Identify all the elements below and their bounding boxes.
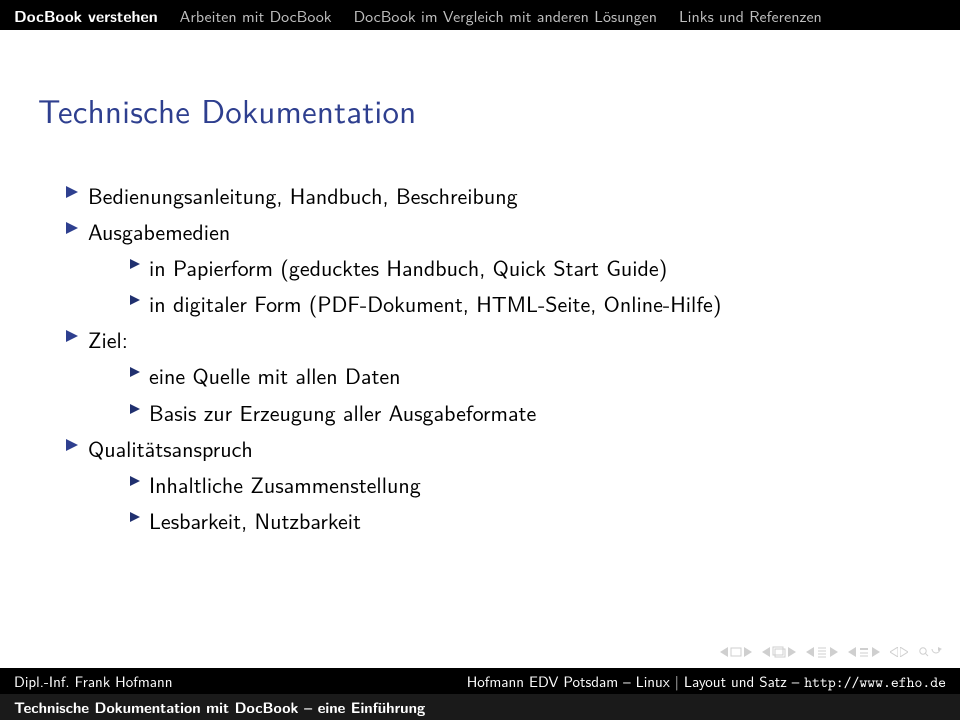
list-item: Bedienungsanleitung, Handbuch, Beschreib… (66, 178, 922, 212)
beamer-nav-symbols (720, 646, 942, 658)
list-item: Lesbarkeit, Nutzbarkeit (130, 503, 922, 537)
nav-item-vergleich[interactable]: DocBook im Vergleich mit anderen Lösunge… (354, 4, 657, 27)
list-item: in Papierform (geducktes Handbuch, Quick… (130, 250, 922, 284)
list-item: Inhaltliche Zusammenstellung (130, 467, 922, 501)
footer-bottom: Technische Dokumentation mit DocBook – e… (0, 694, 960, 720)
list-item: Basis zur Erzeugung aller Ausgabeformate (130, 395, 922, 429)
slide-body: Technische Dokumentation Bedienungsanlei… (0, 30, 960, 537)
list-item: Qualitätsanspruch (66, 431, 922, 465)
bullet-text: in Papierform (geducktes Handbuch, Quick… (149, 250, 667, 284)
triangle-icon (130, 476, 140, 486)
bullet-text: Ziel: (88, 322, 128, 356)
nav-item-links[interactable]: Links und Referenzen (679, 4, 822, 27)
nav-search-circulate[interactable] (918, 646, 942, 658)
bullet-text: eine Quelle mit allen Daten (149, 358, 401, 392)
bullet-text: Basis zur Erzeugung aller Ausgabeformate (149, 395, 536, 429)
footer-top: Dipl.-Inf. Frank Hofmann Hofmann EDV Pot… (0, 668, 960, 694)
triangle-icon (66, 439, 78, 451)
nav-frame-prev-next[interactable] (762, 646, 796, 658)
nav-back-forward[interactable] (890, 647, 908, 657)
top-nav: DocBook verstehen Arbeiten mit DocBook D… (0, 0, 960, 30)
footer: Dipl.-Inf. Frank Hofmann Hofmann EDV Pot… (0, 668, 960, 720)
triangle-icon (130, 259, 140, 269)
nav-slide-prev-next[interactable] (720, 647, 752, 657)
bullet-text: Ausgabemedien (88, 214, 230, 248)
bullet-text: Qualitätsanspruch (88, 431, 253, 465)
bullet-text: in digitaler Form (PDF-Dokument, HTML-Se… (149, 286, 721, 320)
footer-subtitle: Technische Dokumentation mit DocBook – e… (14, 697, 425, 718)
slide: DocBook verstehen Arbeiten mit DocBook D… (0, 0, 960, 720)
triangle-icon (130, 367, 140, 377)
bullet-text: Bedienungsanleitung, Handbuch, Beschreib… (88, 178, 518, 212)
bullet-text: Inhaltliche Zusammenstellung (149, 467, 421, 501)
triangle-icon (130, 295, 140, 305)
triangle-icon (66, 186, 78, 198)
bullet-text: Lesbarkeit, Nutzbarkeit (149, 503, 361, 537)
list-item: Ziel: (66, 322, 922, 356)
nav-item-docbook-verstehen[interactable]: DocBook verstehen (14, 4, 158, 27)
triangle-icon (66, 330, 78, 342)
triangle-icon (130, 404, 140, 414)
footer-url[interactable]: http://www.efho.de (804, 672, 946, 692)
list-item: eine Quelle mit allen Daten (130, 358, 922, 392)
nav-subsection-prev-next[interactable] (806, 646, 838, 658)
slide-title: Technische Dokumentation (38, 86, 922, 134)
triangle-icon (66, 222, 78, 234)
list-item: in digitaler Form (PDF-Dokument, HTML-Se… (130, 286, 922, 320)
nav-item-arbeiten[interactable]: Arbeiten mit DocBook (180, 4, 332, 27)
nav-section-prev-next[interactable] (848, 646, 880, 658)
triangle-icon (130, 512, 140, 522)
footer-affiliation: Hofmann EDV Potsdam – Linux | Layout und… (467, 670, 946, 692)
bullet-list: Bedienungsanleitung, Handbuch, Beschreib… (38, 178, 922, 537)
list-item: Ausgabemedien (66, 214, 922, 248)
footer-affil-text: Hofmann EDV Potsdam – Linux | Layout und… (467, 670, 805, 692)
footer-author: Dipl.-Inf. Frank Hofmann (14, 670, 173, 692)
